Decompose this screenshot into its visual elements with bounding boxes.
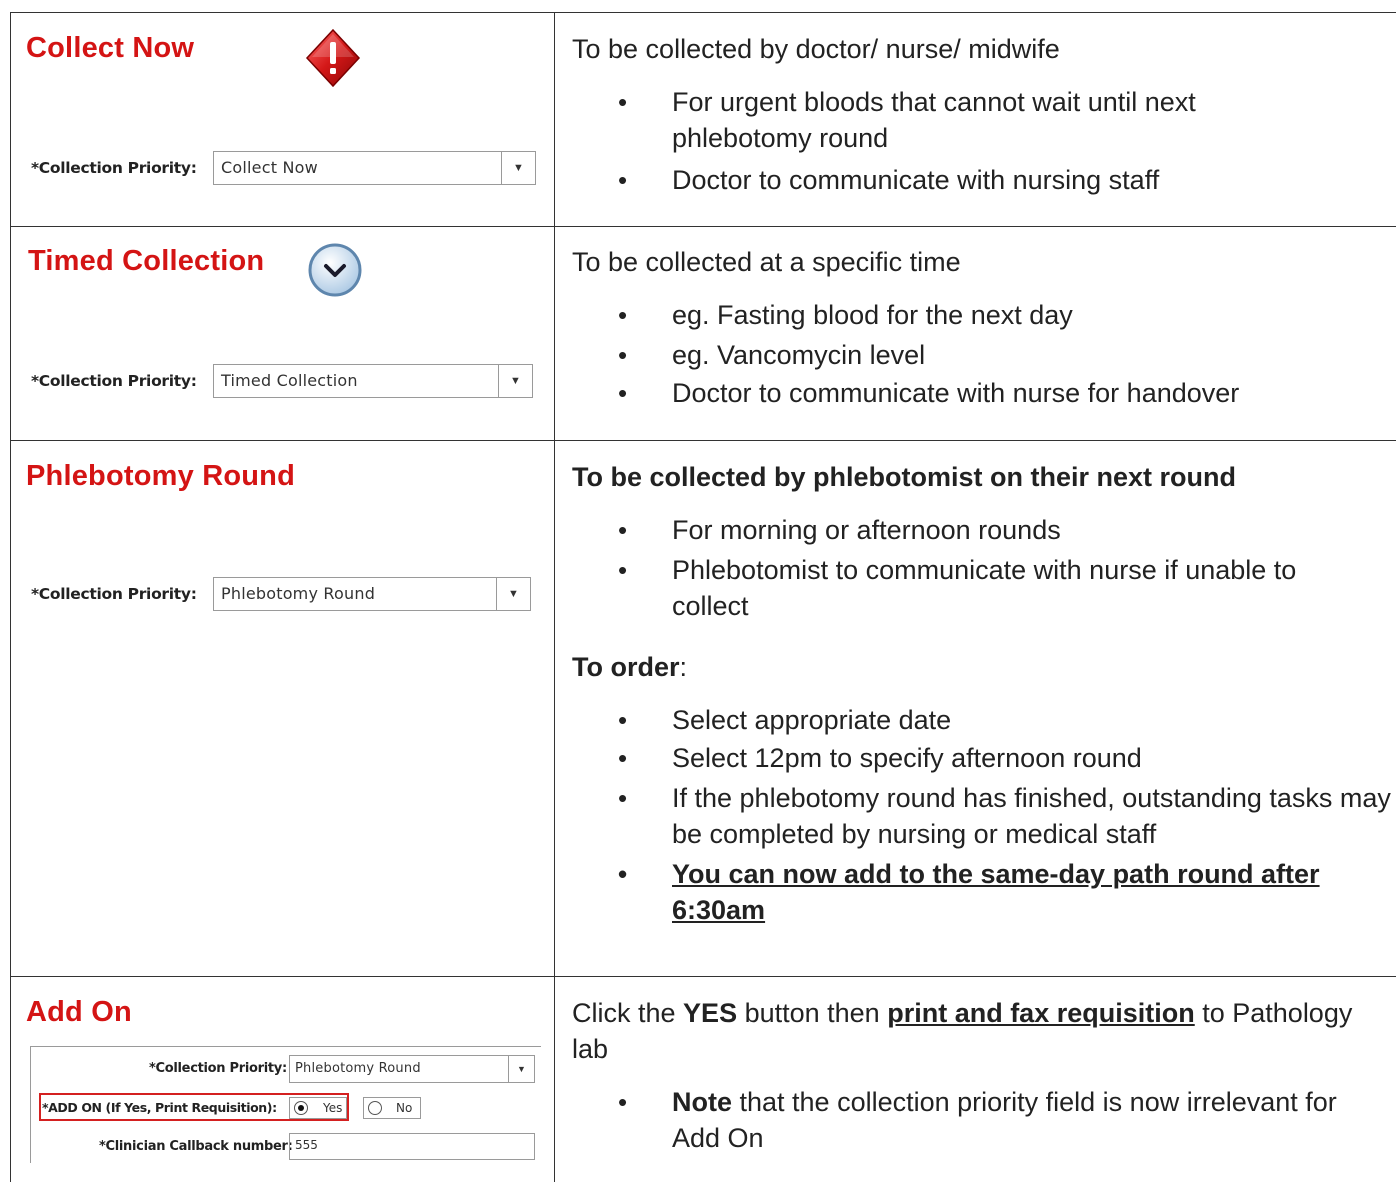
- order-colon: :: [679, 652, 688, 682]
- row-description-title: To be collected by phlebotomist on their…: [572, 462, 1237, 492]
- list-item: For urgent bloods that cannot wait until…: [572, 84, 1292, 156]
- collection-priority-value: Phlebotomy Round: [221, 584, 376, 603]
- chevron-down-icon[interactable]: ▼: [496, 578, 530, 610]
- note-bold: Note: [672, 1087, 732, 1117]
- table-border-top: [10, 12, 1396, 13]
- list-item: eg. Vancomycin level: [572, 337, 1352, 373]
- list-item: If the phlebotomy round has finished, ou…: [572, 780, 1392, 852]
- list-item: eg. Fasting blood for the next day: [572, 297, 1352, 333]
- row-divider: [10, 440, 1396, 441]
- list-item: Select 12pm to specify afternoon round: [572, 740, 1392, 776]
- row-heading-collect-now: Collect Now: [26, 32, 195, 64]
- collection-priority-select[interactable]: Phlebotomy Round ▼: [213, 577, 531, 611]
- collection-priority-label: *Collection Priority:: [149, 1061, 287, 1076]
- chevron-down-icon[interactable]: ▼: [508, 1056, 534, 1082]
- radio-selected-icon: [294, 1101, 308, 1115]
- add-on-label: *ADD ON (If Yes, Print Requisition):: [42, 1100, 277, 1115]
- collection-priority-label: *Collection Priority:: [31, 585, 197, 603]
- same-day-round-note: You can now add to the same-day path rou…: [672, 859, 1320, 925]
- collection-priority-value: Timed Collection: [221, 371, 358, 390]
- table-border-left: [10, 12, 11, 1182]
- print-fax-requisition-text: print and fax requisition: [887, 998, 1195, 1028]
- list-item: Note that the collection priority field …: [572, 1084, 1372, 1156]
- add-on-bullet-list: Note that the collection priority field …: [572, 1084, 1372, 1156]
- row-bullet-list: eg. Fasting blood for the next day eg. V…: [572, 297, 1352, 411]
- add-on-yes-radio[interactable]: Yes: [289, 1097, 347, 1119]
- callback-label: *Clinician Callback number:: [99, 1139, 293, 1154]
- callback-number-value: 555: [295, 1138, 318, 1152]
- list-item: Phlebotomist to communicate with nurse i…: [572, 552, 1372, 624]
- row-bullet-list: For morning or afternoon rounds Phleboto…: [572, 512, 1372, 624]
- list-item-emphasis: You can now add to the same-day path rou…: [572, 856, 1392, 928]
- chevron-down-icon[interactable]: ▼: [501, 152, 535, 184]
- list-item: Select appropriate date: [572, 702, 1392, 738]
- radio-unselected-icon: [368, 1101, 382, 1115]
- row-heading-add-on: Add On: [26, 996, 132, 1028]
- collection-priority-select[interactable]: Timed Collection ▼: [213, 364, 533, 398]
- callback-number-input[interactable]: 555: [289, 1133, 535, 1160]
- column-divider: [554, 12, 555, 1182]
- list-item: Doctor to communicate with nurse for han…: [572, 375, 1352, 411]
- no-label: No: [396, 1101, 413, 1115]
- row-divider: [10, 976, 1396, 977]
- clock-chevron-icon: [308, 243, 362, 297]
- collection-priority-select[interactable]: Collect Now ▼: [213, 151, 536, 185]
- list-item: Doctor to communicate with nursing staff: [572, 162, 1292, 198]
- row-description-title: To be collected at a specific time: [572, 247, 961, 277]
- row-heading-timed-collection: Timed Collection: [28, 245, 265, 277]
- collection-priority-select[interactable]: Phlebotomy Round ▼: [289, 1055, 535, 1083]
- yes-label: Yes: [323, 1101, 343, 1115]
- note-text: that the collection priority field is no…: [672, 1087, 1337, 1153]
- collection-priority-value: Phlebotomy Round: [295, 1061, 421, 1076]
- collection-priority-label: *Collection Priority:: [31, 159, 197, 177]
- collection-priority-label: *Collection Priority:: [31, 372, 197, 390]
- row-description-title: To be collected by doctor/ nurse/ midwif…: [572, 34, 1060, 64]
- desc-text: button then: [737, 998, 888, 1028]
- chevron-down-icon[interactable]: ▼: [498, 365, 532, 397]
- order-heading: To order:: [572, 649, 687, 685]
- order-bullet-list: Select appropriate date Select 12pm to s…: [572, 702, 1392, 928]
- add-on-no-radio[interactable]: No: [363, 1097, 421, 1119]
- add-on-description: Click the YES button then print and fax …: [572, 995, 1362, 1067]
- row-divider: [10, 226, 1396, 227]
- collection-priority-value: Collect Now: [221, 158, 318, 177]
- order-title: To order: [572, 652, 680, 682]
- add-on-form-screenshot: *Collection Priority: Phlebotomy Round ▼…: [30, 1046, 541, 1163]
- row-heading-phlebotomy-round: Phlebotomy Round: [26, 460, 296, 492]
- row-bullet-list: For urgent bloods that cannot wait until…: [572, 84, 1292, 198]
- list-item: For morning or afternoon rounds: [572, 512, 1372, 548]
- red-diamond-alert-icon: [305, 28, 361, 88]
- desc-text: Click the: [572, 998, 684, 1028]
- desc-yes: YES: [683, 998, 738, 1028]
